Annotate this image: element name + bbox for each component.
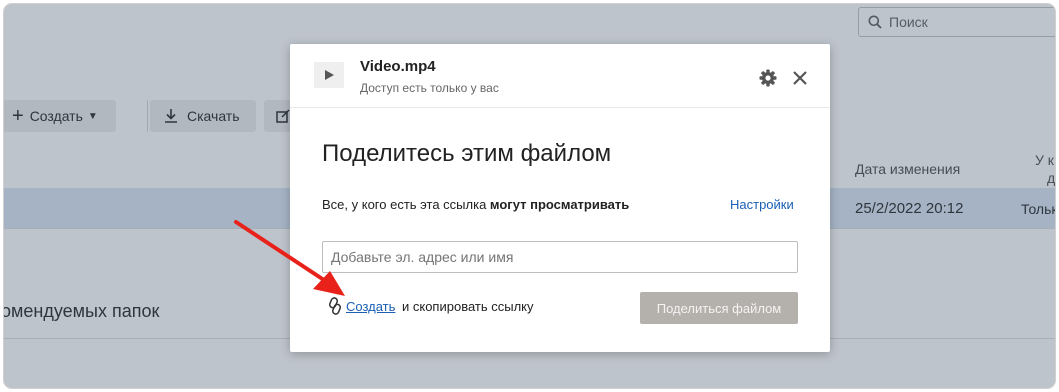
dialog-title: Поделитесь этим файлом bbox=[322, 140, 612, 167]
dialog-header: Video.mp4 Доступ есть только у вас bbox=[290, 44, 830, 108]
video-thumbnail bbox=[314, 62, 344, 88]
share-dialog: Video.mp4 Доступ есть только у вас Подел… bbox=[290, 44, 830, 352]
email-input[interactable] bbox=[322, 241, 798, 273]
file-access-status: Доступ есть только у вас bbox=[360, 81, 499, 95]
app-window: Поиск + Создать ▼ Скачать Дата изменения… bbox=[3, 3, 1056, 389]
create-link-button[interactable]: Создать bbox=[346, 299, 395, 314]
play-icon bbox=[325, 70, 334, 80]
share-file-button[interactable]: Поделиться файлом bbox=[640, 292, 798, 324]
copy-link-text: и скопировать ссылку bbox=[402, 299, 534, 314]
gear-icon[interactable] bbox=[758, 68, 778, 88]
permission-prefix: Все, у кого есть эта ссылка bbox=[322, 197, 487, 212]
permission-level: могут просматривать bbox=[489, 197, 630, 212]
link-permission-text[interactable]: Все, у кого есть эта ссылка могут просма… bbox=[322, 197, 629, 212]
file-name: Video.mp4 bbox=[360, 58, 436, 75]
link-icon bbox=[329, 297, 341, 315]
settings-link[interactable]: Настройки bbox=[730, 197, 794, 212]
close-icon[interactable] bbox=[790, 68, 810, 88]
